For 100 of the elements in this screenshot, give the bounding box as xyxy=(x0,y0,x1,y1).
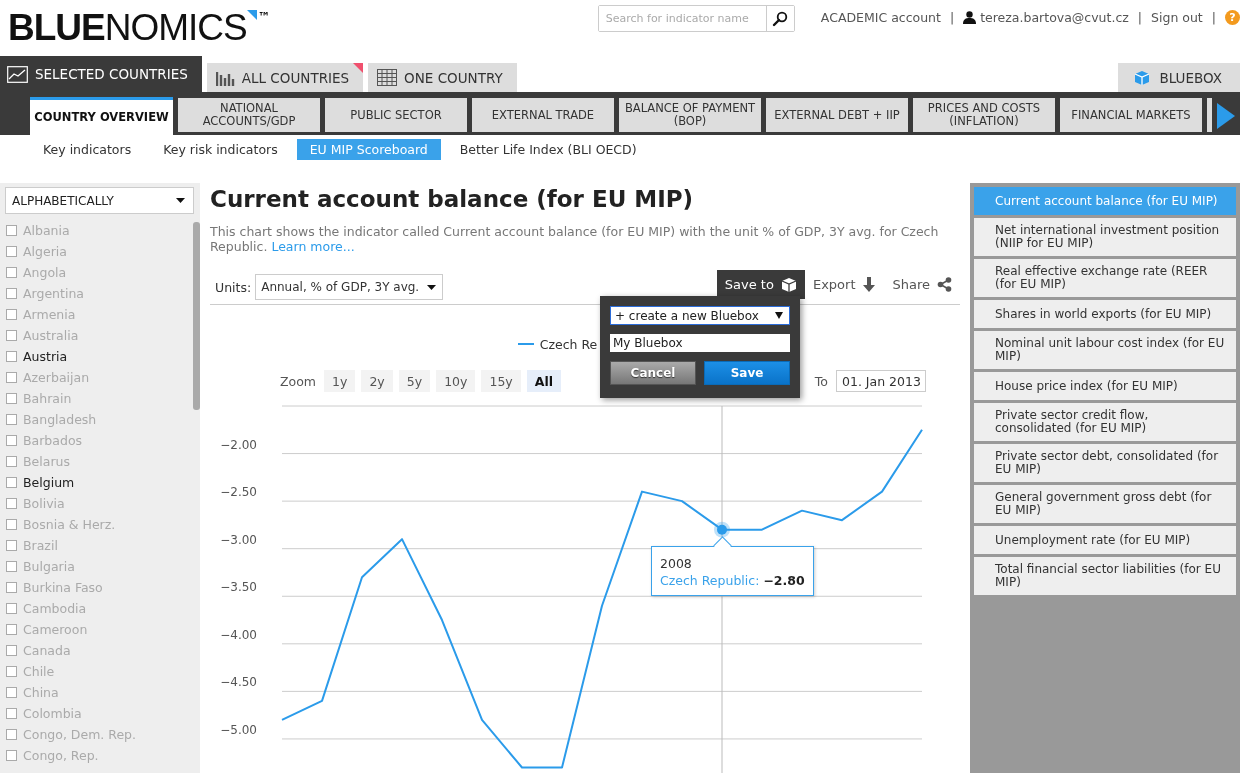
bluebox-name-field[interactable]: My Bluebox xyxy=(610,334,790,352)
search-field[interactable]: Search for indicator name xyxy=(597,5,795,32)
legend-label[interactable]: Czech Re xyxy=(539,336,598,352)
cube-icon xyxy=(780,276,797,293)
sub-tab[interactable]: Key indicators xyxy=(30,139,145,160)
category-tab[interactable]: FINANCIAL MARKETS xyxy=(1060,98,1202,132)
triangle-icon xyxy=(246,10,257,20)
page-title: Current account balance (for EU MIP) xyxy=(210,185,695,214)
separator: | xyxy=(949,10,955,25)
y-tick-label: −4.50 xyxy=(220,675,257,690)
zoom-label: Zoom xyxy=(280,373,317,389)
y-tick-label: −2.50 xyxy=(220,485,257,500)
country-name: Brazil xyxy=(23,538,58,553)
caret-icon xyxy=(775,312,783,319)
zoom-button[interactable]: 10y xyxy=(436,370,476,392)
country-name[interactable]: Belgium xyxy=(23,475,75,490)
country-name: Azerbaijan xyxy=(23,370,90,385)
country-name: Armenia xyxy=(23,307,76,322)
export-button[interactable]: Export xyxy=(804,270,885,299)
units-label: Units: xyxy=(215,280,252,295)
country-name: Colombia xyxy=(23,706,82,721)
country-name: Cameroon xyxy=(23,622,88,637)
tooltip-title: 2008 xyxy=(660,554,693,572)
country-name: Bosnia & Herz. xyxy=(23,517,116,532)
category-tab[interactable]: PRICES AND COSTS (INFLATION) xyxy=(913,98,1055,132)
indicator-item[interactable]: House price index (for EU MIP) xyxy=(974,372,1236,400)
indicator-item[interactable]: Private sector credit flow, consolidated (for EU MIP) xyxy=(974,403,1236,441)
separator: | xyxy=(1211,10,1216,25)
indicator-item[interactable]: Private sector debt, consolidated (for EU MIP) xyxy=(974,444,1236,482)
zoom-button[interactable]: 5y xyxy=(398,370,431,392)
sub-tab[interactable]: Key risk indicators xyxy=(150,139,291,160)
country-name[interactable]: Austria xyxy=(23,349,68,364)
sort-dropdown[interactable]: ALPHABETICALLY xyxy=(5,187,194,214)
category-tab[interactable]: BALANCE OF PAYMENT (BOP) xyxy=(619,98,761,132)
country-name: Belarus xyxy=(23,454,70,469)
share-button[interactable]: Share xyxy=(884,270,960,299)
country-name: Australia xyxy=(23,328,79,343)
indicator-item[interactable]: Nominal unit labour cost index (for EU MIP) xyxy=(974,331,1236,369)
tooltip-value: Czech Republic: −2.80 xyxy=(660,571,805,589)
country-name: Congo, Dem. Rep. xyxy=(23,727,136,742)
bluebox-select[interactable]: + create a new Bluebox xyxy=(610,306,790,325)
category-tab[interactable]: PUBLIC SECTOR xyxy=(325,98,467,132)
user-link[interactable]: tereza.bartova@cvut.cz xyxy=(963,10,1129,25)
indicator-item[interactable]: Real effective exchange rate (REER (for EU MIP) xyxy=(974,259,1236,297)
country-name: Congo, Rep. xyxy=(23,748,99,763)
sub-tab[interactable]: Better Life Index (BLI OECD) xyxy=(446,139,650,160)
bluebox-button[interactable]: BLUEBOX xyxy=(1118,63,1240,92)
country-name: Barbados xyxy=(23,433,83,448)
top-tab[interactable]: ALL COUNTRIES xyxy=(206,63,364,92)
bar-chart-icon xyxy=(215,69,235,86)
zoom-button[interactable]: 1y xyxy=(324,370,356,392)
line-chart-icon xyxy=(7,65,28,83)
indicator-item[interactable]: Unemployment rate (for EU MIP) xyxy=(974,526,1236,554)
logo: BLUENOMICS xyxy=(8,6,247,50)
chart-description: This chart shows the indicator called Current account balance (for EU MIP) with the unit % of GDP, 3Y avg. for Czech Republic. Learn more... xyxy=(210,224,940,254)
save-button[interactable]: Save xyxy=(704,361,790,385)
indicator-item[interactable]: General government gross debt (for EU MIP) xyxy=(974,485,1236,523)
country-name: Albania xyxy=(23,223,70,238)
trademark: ™ xyxy=(257,10,270,24)
country-name: Chile xyxy=(23,664,55,679)
zoom-button[interactable]: 2y xyxy=(361,370,393,392)
country-name: Canada xyxy=(23,643,71,658)
units-dropdown[interactable]: Annual, % of GDP, 3Y avg. xyxy=(255,274,444,300)
to-date-field[interactable]: 01. Jan 2013 xyxy=(836,370,926,392)
top-tab[interactable]: ONE COUNTRY xyxy=(368,63,517,92)
scrollbar[interactable] xyxy=(193,222,200,410)
y-tick-label: −4.00 xyxy=(220,627,257,642)
to-label: To xyxy=(814,373,828,389)
indicator-item[interactable]: Net international investment position (NIIP for EU MIP) xyxy=(974,218,1236,256)
zoom-button[interactable]: All xyxy=(526,370,561,392)
country-name: Bulgaria xyxy=(23,559,75,574)
category-tab[interactable]: NATIONAL ACCOUNTS/GDP xyxy=(178,98,320,132)
country-name: Bangladesh xyxy=(23,412,97,427)
country-name: Angola xyxy=(23,265,67,280)
search-button[interactable] xyxy=(765,6,794,31)
top-tab[interactable]: SELECTED COUNTRIES xyxy=(0,56,202,92)
search-icon xyxy=(772,10,789,27)
scroll-right-arrow[interactable] xyxy=(1217,103,1235,129)
country-name: Algeria xyxy=(23,244,67,259)
caret-icon xyxy=(427,284,437,290)
y-tick-label: −3.00 xyxy=(220,532,257,547)
download-arrow-icon xyxy=(862,277,877,292)
checkbox[interactable] xyxy=(6,351,17,362)
y-tick-label: −2.00 xyxy=(220,437,257,452)
separator: | xyxy=(1137,10,1143,25)
category-tab[interactable]: EXTERNAL TRADE xyxy=(472,98,614,132)
grid-icon xyxy=(377,69,398,86)
zoom-button[interactable]: 15y xyxy=(481,370,521,392)
country-name: Bahrain xyxy=(23,391,72,406)
checkbox[interactable] xyxy=(6,477,17,488)
indicator-item[interactable]: Shares in world exports (for EU MIP) xyxy=(974,300,1236,328)
y-tick-label: −3.50 xyxy=(220,580,257,595)
sign-out-link[interactable]: Sign out xyxy=(1151,10,1203,25)
category-tab[interactable]: COUNTRY OVERVIEW xyxy=(30,97,173,135)
indicator-item[interactable]: Total financial sector liabilities (for EU MIP) xyxy=(974,557,1236,595)
country-name: Bolivia xyxy=(23,496,65,511)
cube-icon xyxy=(1134,69,1151,86)
caret-icon xyxy=(176,198,185,203)
category-tab[interactable]: EXTERNAL DEBT + IIP xyxy=(766,98,908,132)
user-icon xyxy=(963,11,977,24)
